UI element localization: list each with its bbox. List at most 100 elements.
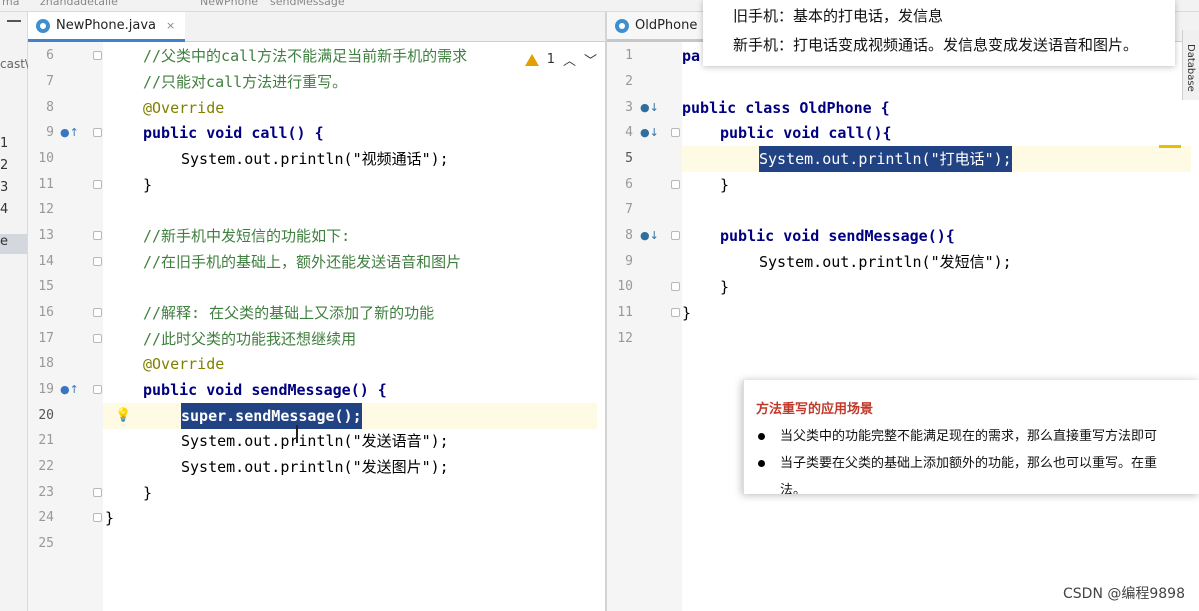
code-line[interactable]: 3 ●↓ public class OldPhone { — [607, 95, 1199, 121]
database-tool-tab[interactable]: Database — [1182, 30, 1199, 100]
line-number: 24 — [38, 510, 54, 525]
code-line[interactable]: 9 System.out.println("发短信"); — [607, 249, 1199, 275]
code-line[interactable]: 7 — [607, 197, 1199, 223]
lightbulb-icon[interactable]: 💡 — [115, 403, 131, 429]
override-gutter-icon[interactable]: ●↑ — [60, 377, 79, 403]
fold-icon[interactable] — [93, 231, 102, 240]
project-tree-item[interactable]: 2 — [0, 158, 8, 173]
tab-newphone-java[interactable]: NewPhone.java × — [28, 12, 186, 42]
line-number: 25 — [38, 536, 54, 551]
code-line[interactable]: 8 ●↓ public void sendMessage(){ — [607, 223, 1199, 249]
line-number: 16 — [38, 305, 54, 320]
fold-icon[interactable] — [93, 488, 102, 497]
code-line[interactable]: 4 ●↓ public void call(){ — [607, 120, 1199, 146]
tab-oldphone-java[interactable]: OldPhone — [607, 12, 708, 42]
fold-icon[interactable] — [93, 334, 102, 343]
code-line[interactable]: 12 — [607, 326, 1199, 352]
code-line[interactable]: 10 } — [607, 274, 1199, 300]
overridden-gutter-icon[interactable]: ●↓ — [640, 223, 659, 249]
line-number: 19 — [38, 382, 54, 397]
fold-icon[interactable] — [93, 51, 102, 60]
note-bullet-continued: 法。 — [780, 483, 807, 494]
code-line[interactable]: 21 System.out.println("发送语音"); — [28, 428, 605, 454]
code-line[interactable]: 5 System.out.println("打电话"); — [607, 146, 1199, 172]
lecture-note-top: 旧手机：基本的打电话，发信息 新手机：打电话变成视频通话。发信息变成发送语音和图… — [703, 0, 1175, 66]
line-number: 6 — [46, 48, 54, 63]
code-line[interactable]: 18 @Override — [28, 351, 605, 377]
project-tree-item[interactable]: 1 — [0, 136, 8, 151]
fold-icon[interactable] — [93, 385, 102, 394]
line-number: 11 — [38, 177, 54, 192]
breadcrumb-part[interactable]: NewPhone — [200, 0, 258, 8]
collapse-icon[interactable] — [7, 20, 21, 22]
note-line: 新手机：打电话变成视频通话。发信息变成发送语音和图片。 — [733, 36, 1139, 54]
project-path: cast\ — [0, 57, 29, 71]
code-line[interactable]: 16 //解释: 在父类的基础上又添加了新的功能 — [28, 300, 605, 326]
line-number: 6 — [625, 177, 633, 192]
line-number: 15 — [38, 279, 54, 294]
code-line[interactable]: 17 //此时父类的功能我还想继续用 — [28, 326, 605, 352]
code-line[interactable]: 23 } — [28, 480, 605, 506]
code-text: @Override — [143, 99, 225, 117]
code-line[interactable]: 2 — [607, 69, 1199, 95]
fold-icon[interactable] — [671, 308, 680, 317]
code-line[interactable]: 24 } — [28, 505, 605, 531]
fold-icon[interactable] — [671, 128, 680, 137]
code-line[interactable]: 11 } — [607, 300, 1199, 326]
code-line[interactable]: 6 } — [607, 172, 1199, 198]
fold-icon[interactable] — [671, 180, 680, 189]
code-line[interactable]: 25 — [28, 531, 605, 557]
fold-icon[interactable] — [93, 513, 102, 522]
watermark: CSDN @编程9898 — [1063, 586, 1185, 602]
close-icon[interactable]: × — [166, 19, 175, 32]
code-line[interactable]: 22 System.out.println("发送图片"); — [28, 454, 605, 480]
error-stripe-mark[interactable] — [1159, 145, 1181, 148]
project-tree-item[interactable]: 3 — [0, 180, 8, 195]
implemented-gutter-icon[interactable]: ●↓ — [640, 95, 659, 121]
breadcrumb-part[interactable]: sendMessage — [270, 0, 345, 8]
code-line[interactable]: 10 System.out.println("视频通话"); — [28, 146, 605, 172]
code-text: public class OldPhone { — [682, 99, 890, 117]
code-line[interactable]: 12 — [28, 197, 605, 223]
project-tree-item-selected[interactable]: e — [0, 234, 27, 254]
code-text: public void call(){ — [720, 124, 892, 142]
note-bullet: 当子类要在父类的基础上添加额外的功能，那么也可以重写。在重 — [756, 450, 1199, 477]
fold-icon[interactable] — [671, 231, 680, 240]
code-text: System.out.println("发送图片"); — [181, 458, 449, 476]
code-text: } — [105, 509, 115, 527]
code-line[interactable]: 13 //新手机中发短信的功能如下: — [28, 223, 605, 249]
fold-icon[interactable] — [93, 308, 102, 317]
fold-icon[interactable] — [671, 282, 680, 291]
fold-icon[interactable] — [93, 180, 102, 189]
overridden-gutter-icon[interactable]: ●↓ — [640, 120, 659, 146]
line-number: 3 — [625, 100, 633, 115]
breadcrumb-part[interactable]: ma — [2, 0, 19, 8]
code-line[interactable]: 15 — [28, 274, 605, 300]
code-text: //此时父类的功能我还想继续用 — [143, 330, 357, 348]
code-line[interactable]: 9 ●↑ public void call() { — [28, 120, 605, 146]
code-line[interactable]: 19 ●↑ public void sendMessage() { — [28, 377, 605, 403]
line-number: 9 — [46, 125, 54, 140]
java-class-icon — [36, 18, 50, 33]
code-text: System.out.println("视频通话"); — [181, 150, 449, 168]
code-line[interactable]: 11 } — [28, 172, 605, 198]
code-line[interactable]: 8 @Override — [28, 95, 605, 121]
code-text: System.out.println("发送语音"); — [181, 432, 449, 450]
code-text: } — [682, 304, 692, 322]
code-line[interactable]: 7 //只能对call方法进行重写。 — [28, 69, 605, 95]
code-line[interactable]: 20 💡 super.sendMessage(); — [28, 403, 605, 429]
project-tree-item[interactable]: 4 — [0, 202, 8, 217]
line-number: 1 — [625, 48, 633, 63]
fold-icon[interactable] — [93, 128, 102, 137]
line-number: 11 — [617, 305, 633, 320]
override-gutter-icon[interactable]: ●↑ — [60, 120, 79, 146]
code-line[interactable]: 6 //父类中的call方法不能满足当前新手机的需求 — [28, 43, 605, 69]
line-number: 8 — [46, 100, 54, 115]
code-line[interactable]: 14 //在旧手机的基础上，额外还能发送语音和图片 — [28, 249, 605, 275]
fold-icon[interactable] — [93, 257, 102, 266]
line-number: 7 — [46, 74, 54, 89]
selected-code-text: super.sendMessage(); — [181, 403, 362, 429]
code-text: pa — [682, 47, 701, 65]
breadcrumb-part[interactable]: zhandadetaile — [40, 0, 118, 8]
editor-oldphone: OldPhone 1 pa 2 3 ●↓ public class OldPho… — [607, 12, 1199, 611]
